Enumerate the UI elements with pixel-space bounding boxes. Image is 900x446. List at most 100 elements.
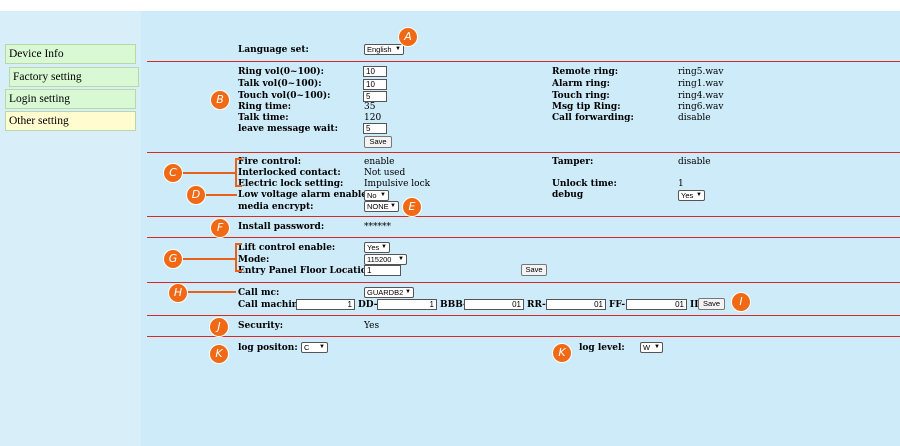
ring-vol-input[interactable]: 10 xyxy=(363,66,387,77)
talk-time-value: 120 xyxy=(364,113,382,123)
annotation-badge-k: K xyxy=(552,343,572,363)
log-level-select[interactable]: W ▼ xyxy=(640,342,663,353)
annotation-badge-e: E xyxy=(402,197,422,217)
debug-value: Yes xyxy=(681,191,694,200)
msg-tip-ring-value: ring6.wav xyxy=(678,102,724,112)
touch-ring-value: ring4.wav xyxy=(678,91,724,101)
install-password-label: Install password: xyxy=(238,222,325,232)
annotation-badge-d: D xyxy=(186,185,206,205)
ring-time-label: Ring time: xyxy=(238,102,292,112)
rr-label: RR- xyxy=(527,300,546,310)
remote-ring-label: Remote ring: xyxy=(552,67,619,77)
dd-input[interactable]: 1 xyxy=(377,299,437,310)
touch-vol-label: Touch vol(0~100): xyxy=(238,91,331,101)
log-position-select[interactable]: C ▼ xyxy=(301,342,328,353)
ff-input[interactable]: 01 xyxy=(626,299,687,310)
touch-vol-input[interactable]: 5 xyxy=(363,91,387,102)
divider xyxy=(147,237,900,238)
security-label: Security: xyxy=(238,321,284,331)
install-password-value: ****** xyxy=(364,222,391,232)
bracket-line-c xyxy=(235,158,242,160)
annotation-badge-h: H xyxy=(168,283,188,303)
leave-message-input[interactable]: 5 xyxy=(363,123,387,134)
chevron-down-icon: ▼ xyxy=(381,244,387,250)
mode-select[interactable]: 115200 ▼ xyxy=(364,254,407,265)
ff-label: FF- xyxy=(609,300,626,310)
divider xyxy=(147,152,900,153)
bbb-input[interactable]: 01 xyxy=(464,299,524,310)
fire-control-label: Fire control: xyxy=(238,157,302,167)
annotation-badge-k: K xyxy=(209,344,229,364)
floor-location-label: Entry Panel Floor Location: xyxy=(238,266,377,276)
page: Device Info Factory setting Login settin… xyxy=(0,0,900,446)
connector-line-h xyxy=(188,291,236,293)
sidebar-item-login-setting[interactable]: Login setting xyxy=(5,89,136,109)
security-value: Yes xyxy=(364,321,380,331)
vol-save-button[interactable]: Save xyxy=(364,136,392,148)
interlocked-contact-value: Not used xyxy=(364,168,406,178)
log-position-value: C xyxy=(304,343,310,352)
low-voltage-value: No xyxy=(367,191,377,200)
media-encrypt-value: NONE xyxy=(367,202,389,211)
language-value: English xyxy=(367,45,392,54)
interlocked-contact-label: Interlocked contact: xyxy=(238,168,341,178)
debug-label: debug xyxy=(552,190,584,200)
call-machine-save-button[interactable]: Save xyxy=(698,298,725,310)
media-encrypt-select[interactable]: NONE ▼ xyxy=(364,201,399,212)
call-machine-input[interactable]: 1 xyxy=(296,299,355,310)
sidebar-item-other-setting[interactable]: Other setting xyxy=(5,111,136,131)
touch-ring-label: Touch ring: xyxy=(552,91,610,101)
debug-select[interactable]: Yes ▼ xyxy=(678,190,705,201)
connector-line-d xyxy=(204,194,237,196)
language-select[interactable]: English ▼ xyxy=(364,44,404,55)
lift-control-select[interactable]: Yes ▼ xyxy=(364,242,390,253)
dd-label: DD- xyxy=(358,300,378,310)
bracket-line-c xyxy=(235,185,242,187)
bracket-line-g xyxy=(235,243,242,245)
rr-input[interactable]: 01 xyxy=(546,299,606,310)
ring-time-value: 35 xyxy=(364,102,376,112)
lift-control-label: Lift control enable: xyxy=(238,243,336,253)
annotation-badge-a: A xyxy=(398,27,418,47)
chevron-down-icon: ▼ xyxy=(654,344,660,350)
lift-save-button[interactable]: Save xyxy=(521,264,547,276)
top-band xyxy=(0,0,900,11)
msg-tip-ring-label: Msg tip Ring: xyxy=(552,102,621,112)
unlock-time-label: Unlock time: xyxy=(552,179,617,189)
unlock-time-value: 1 xyxy=(678,179,684,189)
call-forwarding-value: disable xyxy=(678,113,711,123)
call-forwarding-label: Call forwarding: xyxy=(552,113,634,123)
sidebar-item-factory-setting[interactable]: Factory setting xyxy=(9,67,139,87)
annotation-badge-b: B xyxy=(210,90,230,110)
fire-control-value: enable xyxy=(364,157,395,167)
connector-line-c xyxy=(183,172,236,174)
alarm-ring-label: Alarm ring: xyxy=(552,79,610,89)
electric-lock-value: Impulsive lock xyxy=(364,179,431,189)
divider xyxy=(147,336,900,337)
log-level-value: W xyxy=(643,343,651,352)
talk-vol-input[interactable]: 10 xyxy=(363,79,387,90)
log-level-label: log level: xyxy=(579,343,625,353)
mode-label: Mode: xyxy=(238,255,270,265)
call-mc-value: GUARDB2 xyxy=(367,288,404,297)
annotation-badge-g: G xyxy=(163,249,183,269)
chevron-down-icon: ▼ xyxy=(395,46,401,52)
call-mc-label: Call mc: xyxy=(238,288,280,298)
divider xyxy=(147,282,900,283)
media-encrypt-label: media encrypt: xyxy=(238,202,314,212)
call-mc-select[interactable]: GUARDB2 ▼ xyxy=(364,287,414,298)
divider xyxy=(147,315,900,316)
electric-lock-label: Electric lock setting: xyxy=(238,179,344,189)
low-voltage-label: Low voltage alarm enable xyxy=(238,190,368,200)
chevron-down-icon: ▼ xyxy=(405,289,411,295)
tamper-value: disable xyxy=(678,157,711,167)
tamper-label: Tamper: xyxy=(552,157,594,167)
chevron-down-icon: ▼ xyxy=(390,203,396,209)
low-voltage-select[interactable]: No ▼ xyxy=(364,190,389,201)
floor-location-input[interactable]: 1 xyxy=(364,265,401,276)
sidebar-item-device-info[interactable]: Device Info xyxy=(5,44,136,64)
language-label: Language set: xyxy=(238,45,309,55)
bbb-label: BBB- xyxy=(440,300,467,310)
lift-control-value: Yes xyxy=(367,243,380,252)
bracket-line-g xyxy=(235,270,242,272)
